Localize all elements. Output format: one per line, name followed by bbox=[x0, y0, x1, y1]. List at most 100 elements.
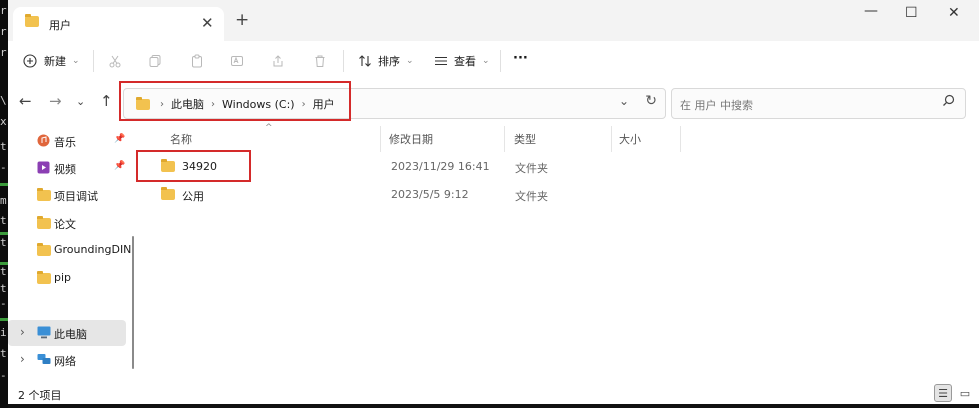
column-header-type[interactable]: 类型 bbox=[514, 131, 536, 147]
table-row[interactable]: 公用 2023/5/5 9:12 文件夹 bbox=[142, 181, 979, 209]
background-terminal: rrr\xt-mtt-tt-it- bbox=[0, 0, 8, 408]
share-button[interactable] bbox=[271, 41, 285, 80]
tiles-view-icon[interactable]: ▭ bbox=[956, 384, 974, 402]
terminal-char: t bbox=[0, 214, 7, 227]
maximize-button[interactable]: ☐ bbox=[905, 5, 918, 21]
terminal-char: r bbox=[0, 25, 7, 38]
rename-icon bbox=[231, 55, 243, 66]
terminal-accent-bar bbox=[0, 318, 8, 321]
item-count: 2 个项目 bbox=[18, 389, 62, 402]
copy-button[interactable] bbox=[148, 41, 162, 80]
terminal-char: i bbox=[0, 326, 7, 339]
search-input[interactable]: 在 用户 中搜索 bbox=[671, 88, 966, 119]
sidebar-item-label: 项目调试 bbox=[54, 190, 98, 203]
cut-button[interactable] bbox=[108, 41, 122, 80]
more-options-button[interactable]: ··· bbox=[513, 39, 528, 78]
new-button-label: 新建 bbox=[44, 54, 66, 68]
terminal-char: r bbox=[0, 4, 7, 17]
breadcrumb-windows-c[interactable]: Windows (C:) bbox=[222, 98, 295, 111]
address-bar[interactable]: › 此电脑 › Windows (C:) › 用户 ⌄ ↻ bbox=[123, 88, 666, 119]
sidebar-item-project-debug[interactable]: 项目调试 bbox=[8, 182, 128, 208]
column-header-size[interactable]: 大小 bbox=[619, 131, 641, 147]
close-button[interactable]: ✕ bbox=[948, 5, 960, 21]
recent-locations-chevron-icon[interactable]: ⌄ bbox=[76, 95, 85, 108]
pin-icon: 📌 bbox=[114, 134, 126, 144]
column-header-name[interactable]: 名称 bbox=[170, 131, 192, 147]
table-row[interactable]: 34920 2023/11/29 16:41 文件夹 bbox=[142, 153, 979, 181]
sidebar-item-label: 此电脑 bbox=[54, 328, 87, 341]
view-button-label: 查看 bbox=[454, 54, 476, 68]
sidebar-item-music[interactable]: 音乐 📌 bbox=[8, 128, 128, 154]
file-list: 名称 ^ 修改日期 类型 大小 34920 2023/11/29 16:41 文… bbox=[142, 123, 979, 382]
sidebar-item-papers[interactable]: 论文 bbox=[8, 210, 128, 236]
toolbar-divider bbox=[93, 50, 94, 72]
sidebar-item-label: 论文 bbox=[54, 218, 76, 231]
terminal-char: - bbox=[0, 161, 7, 174]
sidebar-item-network[interactable]: › 网络 bbox=[8, 347, 128, 373]
navigation-pane: 音乐 📌 视频 📌 项目调试 论文 GroundingDIN pip › 此电脑 bbox=[8, 124, 138, 382]
terminal-char: t bbox=[0, 236, 7, 249]
folder-icon bbox=[25, 14, 39, 27]
details-view-icon[interactable]: ☰ bbox=[934, 384, 952, 402]
column-divider[interactable] bbox=[504, 126, 505, 152]
back-arrow-icon[interactable]: ← bbox=[19, 92, 32, 110]
sidebar-item-groundingdin[interactable]: GroundingDIN bbox=[8, 237, 132, 263]
breadcrumb-users[interactable]: 用户 bbox=[313, 96, 335, 112]
forward-arrow-icon[interactable]: → bbox=[49, 92, 62, 110]
file-name: 34920 bbox=[182, 160, 217, 173]
file-modified: 2023/11/29 16:41 bbox=[391, 160, 490, 173]
video-icon bbox=[37, 161, 50, 177]
share-icon bbox=[273, 54, 283, 66]
up-arrow-icon[interactable]: ↑ bbox=[100, 92, 113, 110]
column-divider[interactable] bbox=[611, 126, 612, 152]
sort-icon bbox=[359, 54, 371, 67]
sort-button[interactable]: 排序 ⌄ bbox=[358, 41, 414, 80]
paste-button[interactable] bbox=[190, 41, 204, 80]
scissors-icon bbox=[109, 55, 121, 67]
new-button[interactable]: 新建 ⌄ bbox=[23, 41, 80, 80]
rename-button[interactable] bbox=[230, 41, 244, 80]
expand-chevron-icon[interactable]: › bbox=[20, 325, 25, 339]
navigation-row: ← → ⌄ ↑ › 此电脑 › Windows (C:) › 用户 ⌄ ↻ 在 … bbox=[8, 80, 979, 124]
sidebar-item-pip[interactable]: pip bbox=[8, 265, 128, 291]
terminal-char: t bbox=[0, 347, 7, 360]
refresh-icon[interactable]: ↻ bbox=[645, 93, 657, 109]
terminal-char: t bbox=[0, 265, 7, 278]
expand-chevron-icon[interactable]: › bbox=[20, 352, 25, 366]
folder-icon bbox=[37, 216, 51, 229]
breadcrumb-separator-icon: › bbox=[160, 98, 164, 110]
sidebar-item-label: pip bbox=[54, 271, 72, 284]
breadcrumb-this-pc[interactable]: 此电脑 bbox=[171, 96, 204, 112]
search-icon bbox=[943, 94, 955, 106]
sidebar-item-label: 视频 bbox=[54, 163, 76, 176]
music-icon bbox=[37, 134, 50, 150]
column-divider[interactable] bbox=[380, 126, 381, 152]
terminal-char: r bbox=[0, 46, 7, 59]
address-history-chevron-icon[interactable]: ⌄ bbox=[619, 94, 629, 108]
clipboard-icon bbox=[192, 54, 202, 67]
delete-button[interactable] bbox=[313, 41, 327, 80]
tab-close-icon[interactable]: ✕ bbox=[201, 14, 214, 32]
column-header-row: 名称 ^ 修改日期 类型 大小 bbox=[142, 123, 979, 152]
terminal-char: - bbox=[0, 369, 7, 382]
terminal-char: \ bbox=[0, 94, 7, 107]
minimize-button[interactable]: — bbox=[864, 3, 878, 19]
folder-icon bbox=[37, 243, 51, 256]
sidebar-scrollbar[interactable] bbox=[132, 236, 134, 369]
file-modified: 2023/5/5 9:12 bbox=[391, 188, 469, 201]
chevron-down-icon: ⌄ bbox=[482, 55, 490, 66]
terminal-char: m bbox=[0, 194, 7, 207]
view-button[interactable]: 查看 ⌄ bbox=[434, 41, 490, 80]
toolbar-divider bbox=[343, 50, 344, 72]
tab-users[interactable]: 用户 ✕ bbox=[13, 7, 224, 41]
column-divider[interactable] bbox=[680, 126, 681, 152]
sidebar-item-videos[interactable]: 视频 📌 bbox=[8, 155, 128, 181]
terminal-char: t bbox=[0, 282, 7, 295]
terminal-char: - bbox=[0, 297, 7, 310]
folder-icon bbox=[161, 159, 175, 172]
sidebar-item-this-pc[interactable]: › 此电脑 bbox=[8, 320, 126, 346]
sidebar-item-label: 音乐 bbox=[54, 136, 76, 149]
column-header-modified[interactable]: 修改日期 bbox=[389, 131, 433, 147]
new-tab-button[interactable]: + bbox=[235, 10, 249, 30]
network-icon bbox=[37, 353, 51, 369]
